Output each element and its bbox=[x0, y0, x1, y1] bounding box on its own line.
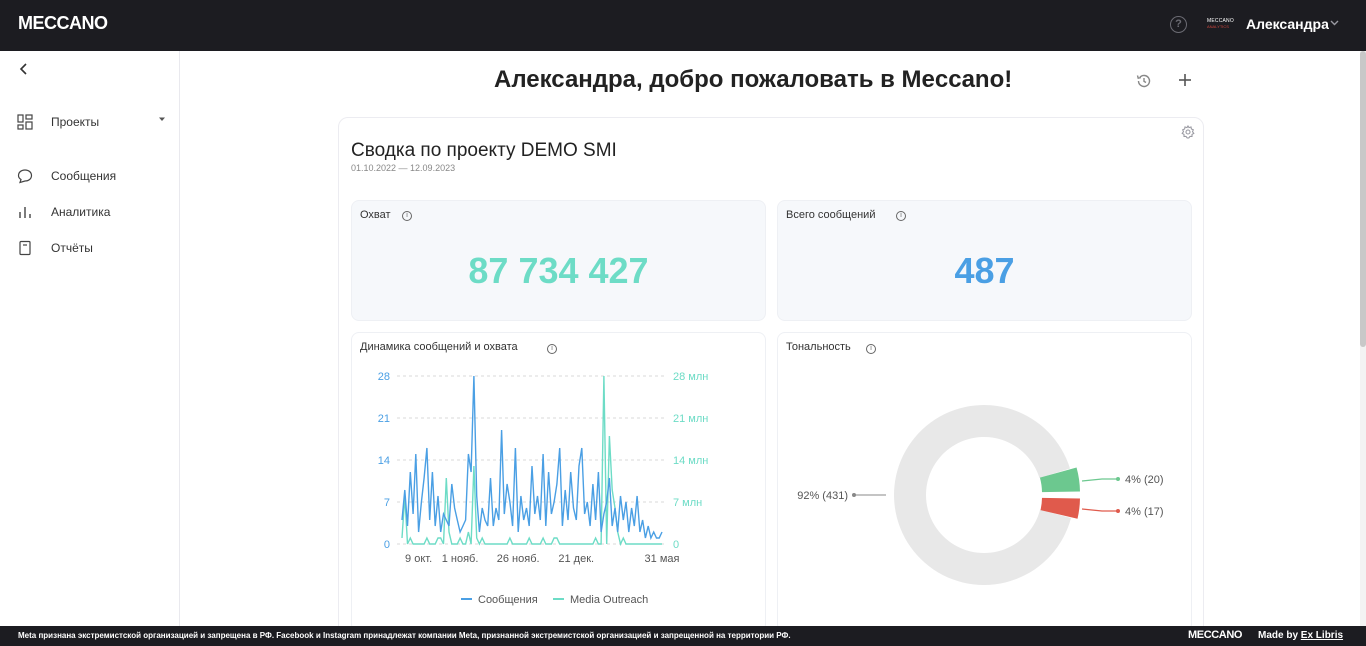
y-right-tick-label: 14 млн bbox=[673, 455, 708, 467]
reach-label: Охват bbox=[360, 209, 391, 221]
help-icon[interactable]: ? bbox=[1170, 16, 1187, 33]
sidebar: Проекты Сообщения Аналитика Отчёты bbox=[0, 51, 180, 626]
sidebar-item-label: Отчёты bbox=[51, 241, 93, 255]
caret-down-icon[interactable] bbox=[158, 115, 166, 125]
card-title: Сводка по проекту DEMO SMI bbox=[351, 140, 617, 161]
tonality-label: Тональность bbox=[786, 341, 851, 353]
y-left-tick-label: 21 bbox=[378, 413, 390, 425]
plus-icon[interactable] bbox=[1176, 71, 1194, 89]
gear-icon[interactable] bbox=[1181, 124, 1195, 139]
slice-label: 92% (431) bbox=[797, 490, 848, 502]
legend-label[interactable]: Media Outreach bbox=[570, 594, 648, 606]
sidebar-item-projects[interactable]: Проекты bbox=[0, 107, 180, 137]
info-icon[interactable]: i bbox=[866, 344, 876, 354]
y-left-tick-label: 28 bbox=[378, 371, 390, 383]
meccano-logo[interactable]: MECCANO bbox=[18, 13, 108, 34]
made-by-text: Made by bbox=[1258, 630, 1299, 641]
y-right-tick-label: 0 bbox=[673, 539, 679, 551]
leader-dot bbox=[1116, 477, 1120, 481]
tonality-donut-chart[interactable]: 92% (431) 4% (20) 4% (17) bbox=[777, 360, 1192, 620]
history-icon[interactable] bbox=[1135, 72, 1153, 90]
slice-label: 4% (17) bbox=[1125, 506, 1164, 518]
date-range: 01.10.2022 — 12.09.2023 bbox=[351, 163, 456, 173]
x-tick-label: 21 дек. bbox=[558, 553, 594, 565]
scrollbar-thumb[interactable] bbox=[1360, 51, 1366, 347]
total-messages-value: 487 bbox=[954, 250, 1015, 291]
top-bar: MECCANO ? MECCANO ANALYTICS Александра bbox=[0, 0, 1366, 51]
total-messages-label: Всего сообщений bbox=[786, 209, 876, 221]
dynamics-label: Динамика сообщений и охвата bbox=[360, 341, 518, 353]
made-by: Made by Ex Libris bbox=[1258, 630, 1343, 641]
footer-logo: MECCANO bbox=[1188, 629, 1243, 641]
legend-label[interactable]: Сообщения bbox=[478, 594, 538, 606]
reach-value: 87 734 427 bbox=[468, 250, 649, 291]
footer: Meta признана экстремистской организацие… bbox=[0, 626, 1366, 646]
info-icon[interactable]: i bbox=[402, 211, 412, 221]
y-left-tick-label: 14 bbox=[378, 455, 390, 467]
sidebar-item-label: Сообщения bbox=[51, 169, 117, 183]
sidebar-item-label: Проекты bbox=[51, 115, 100, 129]
x-tick-label: 31 мая bbox=[645, 553, 680, 565]
leader-line bbox=[1081, 508, 1118, 512]
chat-icon bbox=[17, 168, 33, 184]
page-title: Александра, добро пожаловать в Meccano! bbox=[494, 66, 1013, 93]
info-icon[interactable]: i bbox=[547, 344, 557, 354]
y-right-tick-label: 28 млн bbox=[673, 371, 708, 383]
x-tick-label: 9 окт. bbox=[405, 553, 432, 565]
sidebar-item-analytics[interactable]: Аналитика bbox=[0, 197, 180, 227]
y-left-tick-label: 0 bbox=[384, 539, 390, 551]
y-left-tick-label: 7 bbox=[384, 497, 390, 509]
leader-line bbox=[1081, 478, 1118, 482]
x-tick-label: 26 нояб. bbox=[497, 553, 540, 565]
series-line-messages[interactable] bbox=[401, 375, 663, 541]
leader-dot bbox=[1116, 509, 1120, 513]
report-icon bbox=[17, 240, 33, 256]
info-icon[interactable]: i bbox=[896, 211, 906, 221]
slice-label: 4% (20) bbox=[1125, 474, 1164, 486]
brand-mini-bottom: ANALYTICS bbox=[1207, 24, 1229, 29]
leader-dot bbox=[852, 493, 856, 497]
x-tick-label: 1 нояб. bbox=[442, 553, 479, 565]
brand-mini-logo: MECCANO ANALYTICS bbox=[1207, 18, 1239, 30]
messages-reach-line-chart[interactable]: 0 0 7 7 млн 14 14 млн 21 21 млн 28 28 млн 9 окт. 1 … bbox=[351, 360, 766, 620]
sidebar-item-messages[interactable]: Сообщения bbox=[0, 161, 180, 191]
footer-disclaimer: Meta признана экстремистской организацие… bbox=[18, 631, 791, 640]
page-scrollbar[interactable] bbox=[1360, 51, 1366, 626]
bar-chart-icon bbox=[17, 204, 33, 220]
sidebar-item-label: Аналитика bbox=[51, 205, 111, 219]
sidebar-item-reports[interactable]: Отчёты bbox=[0, 233, 180, 263]
grid-icon bbox=[17, 114, 33, 130]
y-right-tick-label: 21 млн bbox=[673, 413, 708, 425]
donut-slice-neutral[interactable] bbox=[894, 405, 1072, 585]
user-menu-name[interactable]: Александра bbox=[1246, 16, 1329, 32]
chevron-down-icon[interactable] bbox=[1329, 17, 1340, 31]
ex-libris-link[interactable]: Ex Libris bbox=[1301, 630, 1343, 641]
y-right-tick-label: 7 млн bbox=[673, 497, 702, 509]
collapse-sidebar-icon[interactable] bbox=[16, 61, 32, 77]
